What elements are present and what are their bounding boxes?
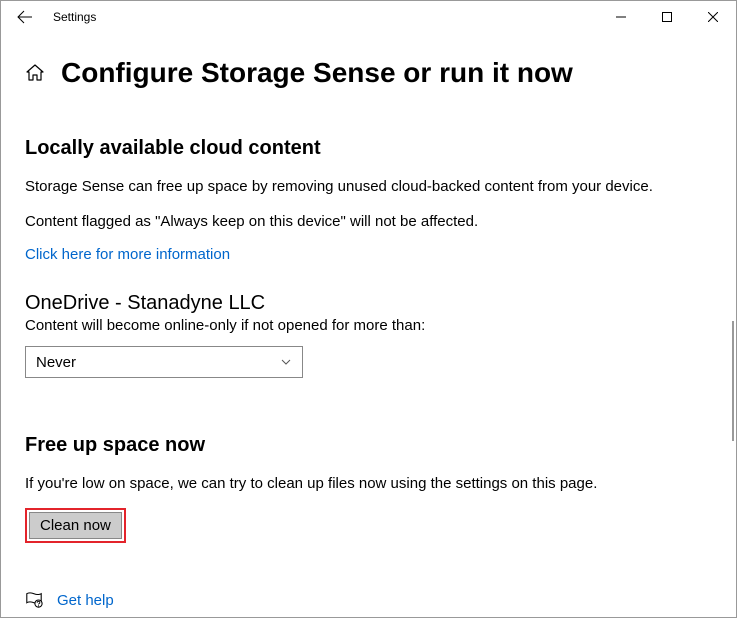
clean-now-button[interactable]: Clean now [29,512,122,539]
page-header: Configure Storage Sense or run it now [25,57,712,89]
clean-now-highlight: Clean now [25,508,126,543]
onedrive-subtext: Content will become online-only if not o… [25,317,712,334]
titlebar: Settings [1,1,736,33]
close-button[interactable] [690,1,736,33]
arrow-left-icon [17,9,33,25]
freeup-text: If you're low on space, we can try to cl… [25,473,712,494]
back-button[interactable] [9,1,41,33]
more-info-link[interactable]: Click here for more information [25,246,230,263]
get-help-link[interactable]: Get help [57,592,114,609]
window-controls [598,1,736,33]
cloud-description-1: Storage Sense can free up space by remov… [25,176,712,197]
cloud-content-heading: Locally available cloud content [25,137,712,160]
onedrive-heading: OneDrive - Stanadyne LLC [25,292,712,315]
onedrive-frequency-dropdown[interactable]: Never [25,346,303,378]
scrollbar[interactable] [732,321,734,441]
minimize-button[interactable] [598,1,644,33]
close-icon [708,12,718,22]
content-area: Configure Storage Sense or run it now Lo… [1,33,736,609]
freeup-heading: Free up space now [25,434,712,457]
maximize-icon [662,12,672,22]
help-row: Get help [25,591,712,609]
minimize-icon [616,12,626,22]
page-title: Configure Storage Sense or run it now [61,57,573,89]
home-icon[interactable] [25,63,45,83]
maximize-button[interactable] [644,1,690,33]
dropdown-selected-value: Never [36,354,76,371]
help-icon [25,591,43,609]
chevron-down-icon [280,356,292,368]
cloud-description-2: Content flagged as "Always keep on this … [25,211,712,232]
window-title: Settings [53,10,96,24]
